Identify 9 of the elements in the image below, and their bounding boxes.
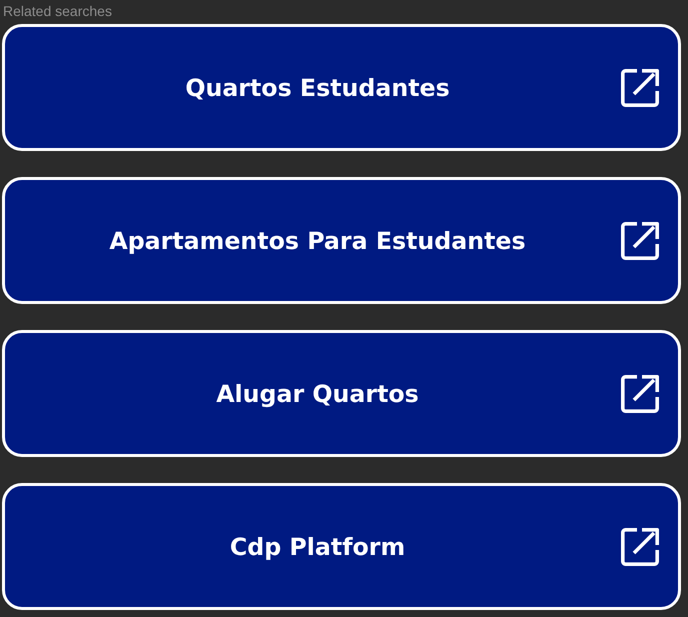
external-link-icon [621,374,659,412]
related-search-button[interactable]: Alugar Quartos [2,330,681,457]
related-search-button[interactable]: Apartamentos Para Estudantes [2,177,681,304]
external-link-icon [621,528,659,566]
section-heading: Related searches [2,2,113,21]
related-search-button[interactable]: Cdp Platform [2,483,681,610]
external-link-icon [621,222,659,260]
related-search-button[interactable]: Quartos Estudantes [2,24,681,151]
external-link-icon [621,68,659,106]
